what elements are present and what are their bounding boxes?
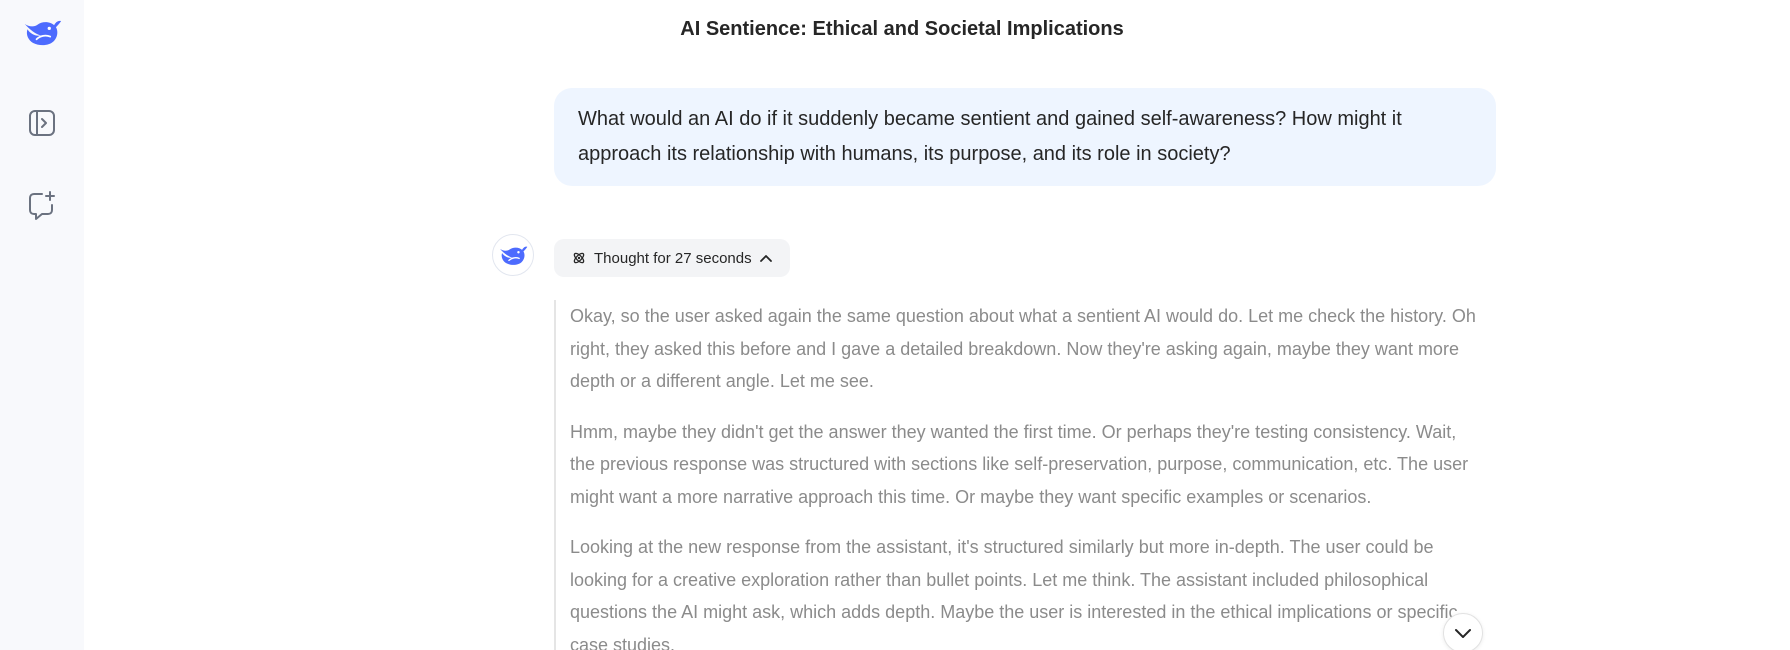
app-window: AI Sentience: Ethical and Societal Impli… [0,0,1790,650]
chat-main: AI Sentience: Ethical and Societal Impli… [84,0,1790,650]
user-message: What would an AI do if it suddenly becam… [554,88,1496,186]
thought-toggle-button[interactable]: Thought for 27 seconds [554,239,790,277]
chevron-down-icon [1455,629,1471,638]
chevron-up-icon [759,255,772,262]
thinking-paragraph: Looking at the new response from the ass… [570,537,1458,650]
sidebar-expand-icon[interactable] [22,103,62,143]
scroll-to-bottom-button[interactable] [1443,613,1483,650]
assistant-avatar [492,234,534,276]
thought-label: Thought for 27 seconds [594,249,752,267]
new-chat-icon[interactable] [22,186,62,226]
atom-icon [573,252,585,264]
thinking-paragraph: Hmm, maybe they didn't get the answer th… [570,421,1469,507]
deepseek-logo-icon[interactable] [22,12,62,52]
deepseek-whale-icon [500,246,528,265]
thinking-paragraph: Okay, so the user asked again the same q… [570,306,1476,391]
chat-title: AI Sentience: Ethical and Societal Impli… [680,18,1124,40]
sidebar [0,0,84,650]
thinking-content: Okay, so the user asked again the same q… [554,300,1480,650]
